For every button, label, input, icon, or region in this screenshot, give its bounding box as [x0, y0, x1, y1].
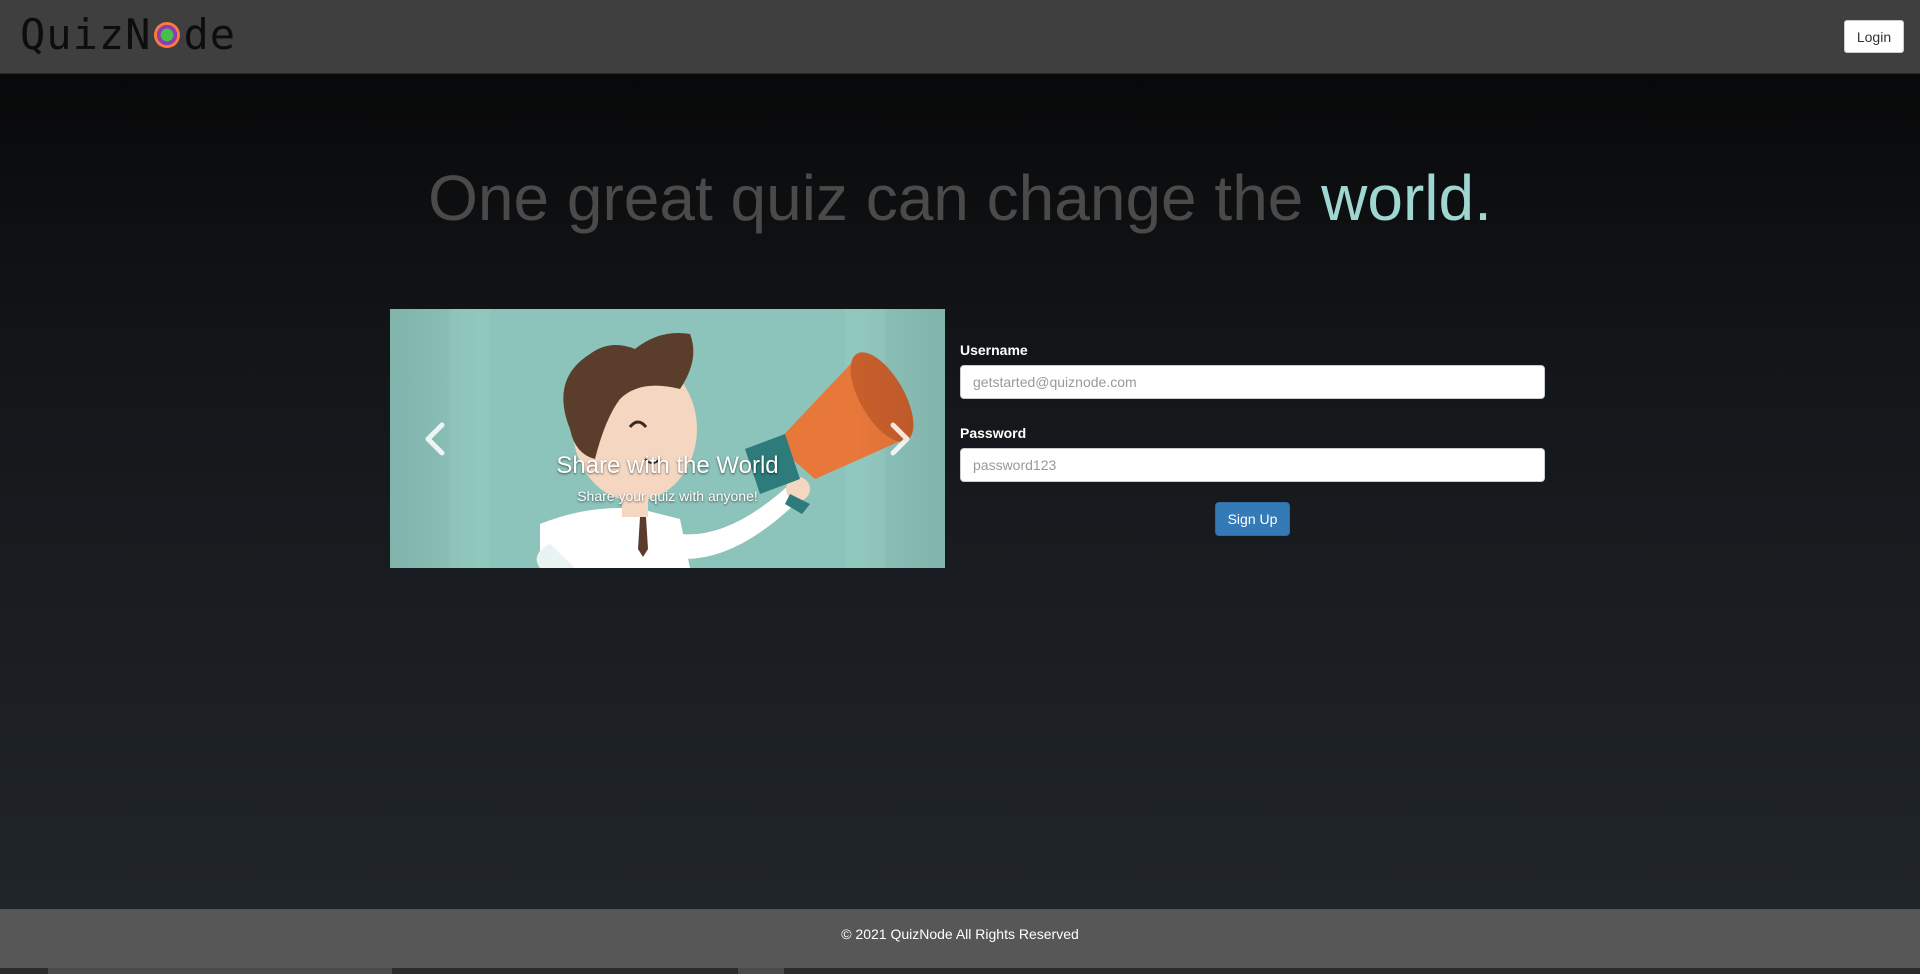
- hero-headline-main: One great quiz can change the: [428, 162, 1322, 234]
- hero-headline: One great quiz can change the world.: [0, 158, 1920, 238]
- logo-text-prefix: QuizN: [20, 10, 152, 59]
- bottom-scroll-strip: [0, 968, 1920, 974]
- password-input[interactable]: [960, 448, 1545, 482]
- top-navbar: QuizN de Login: [0, 0, 1920, 74]
- logo-ring-icon: [154, 22, 181, 48]
- password-label: Password: [960, 425, 1027, 441]
- carousel-caption-title: Share with the World: [556, 452, 779, 479]
- username-label: Username: [960, 342, 1028, 358]
- login-button[interactable]: Login: [1844, 20, 1904, 53]
- feature-carousel: Share with the World Share your quiz wit…: [390, 309, 945, 568]
- page-footer: © 2021 QuizNode All Rights Reserved: [0, 909, 1920, 969]
- logo-text-suffix: de: [183, 10, 237, 59]
- carousel-next-control[interactable]: [855, 309, 945, 568]
- carousel-caption: Share with the World Share your quiz wit…: [390, 449, 945, 507]
- quiznode-logo[interactable]: QuizN de: [20, 10, 236, 60]
- sign-up-button[interactable]: Sign Up: [1215, 502, 1290, 536]
- scroll-segment: [48, 968, 392, 974]
- carousel-caption-subtitle: Share your quiz with anyone!: [577, 488, 758, 504]
- scroll-segment: [738, 968, 784, 974]
- password-group: Password: [960, 423, 1545, 482]
- footer-copyright: © 2021 QuizNode All Rights Reserved: [841, 926, 1079, 942]
- username-input[interactable]: [960, 365, 1545, 399]
- hero-headline-accent: world.: [1321, 162, 1492, 234]
- signup-form: Username Password Sign Up: [960, 340, 1545, 540]
- username-group: Username: [960, 340, 1545, 399]
- carousel-prev-control[interactable]: [390, 309, 480, 568]
